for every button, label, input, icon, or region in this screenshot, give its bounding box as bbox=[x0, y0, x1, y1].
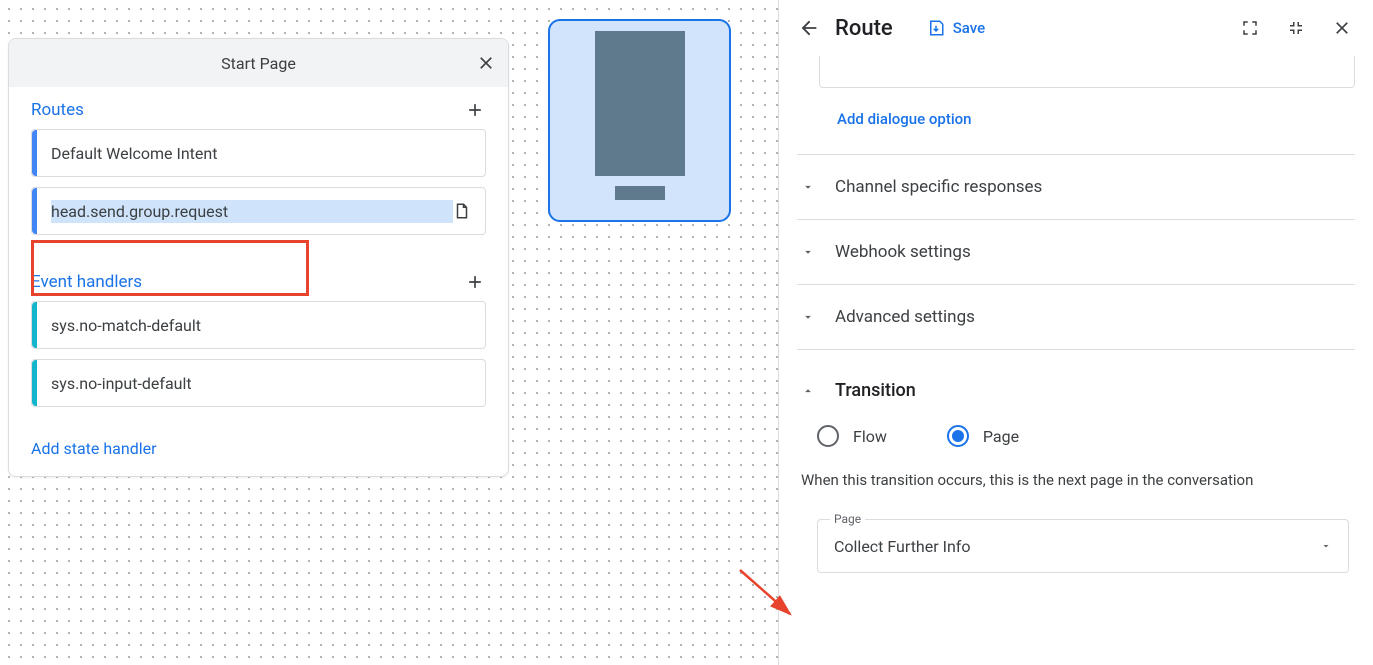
event-bar-indicator bbox=[32, 360, 37, 406]
close-panel-button[interactable] bbox=[1329, 15, 1355, 41]
save-button[interactable]: Save bbox=[927, 19, 985, 37]
accordion-channel-specific-responses[interactable]: Channel specific responses bbox=[797, 154, 1355, 219]
radio-circle-checked bbox=[947, 425, 969, 447]
route-item-default-welcome-intent[interactable]: Default Welcome Intent bbox=[31, 129, 486, 177]
chevron-up-icon bbox=[801, 384, 815, 398]
route-bar-indicator bbox=[32, 188, 37, 234]
fullscreen-icon bbox=[1241, 19, 1259, 37]
event-handlers-section-header: Event handlers bbox=[9, 259, 508, 301]
node-footer-placeholder bbox=[615, 186, 665, 200]
add-dialogue-option-link[interactable]: Add dialogue option bbox=[797, 110, 1355, 154]
event-bar-indicator bbox=[32, 302, 37, 348]
accordion-label: Webhook settings bbox=[835, 242, 971, 262]
transition-section: Transition Flow Page When this transitio… bbox=[797, 350, 1355, 573]
route-label: Default Welcome Intent bbox=[51, 144, 471, 163]
chevron-down-icon bbox=[801, 180, 815, 194]
event-handler-no-match-default[interactable]: sys.no-match-default bbox=[31, 301, 486, 349]
accordion-webhook-settings[interactable]: Webhook settings bbox=[797, 219, 1355, 284]
chevron-down-icon bbox=[801, 245, 815, 259]
dropdown-arrow-icon bbox=[1320, 540, 1332, 552]
page-icon bbox=[453, 202, 471, 220]
select-float-label: Page bbox=[830, 512, 865, 526]
close-icon bbox=[476, 53, 496, 73]
arrow-left-icon bbox=[798, 17, 820, 39]
radio-flow-label: Flow bbox=[853, 427, 887, 446]
close-start-page-button[interactable] bbox=[474, 51, 498, 75]
radio-circle-unchecked bbox=[817, 425, 839, 447]
transition-page-select[interactable]: Page Collect Further Info bbox=[817, 519, 1349, 573]
route-panel-title: Route bbox=[835, 16, 893, 41]
radio-flow[interactable]: Flow bbox=[817, 425, 887, 447]
route-label: head.send.group.request bbox=[51, 200, 453, 223]
routes-title: Routes bbox=[31, 100, 84, 120]
route-side-panel: Route Save Add dialogue option Channel s… bbox=[778, 0, 1373, 665]
transition-header[interactable]: Transition bbox=[799, 380, 1353, 401]
plus-icon bbox=[465, 100, 485, 120]
routes-section-header: Routes bbox=[9, 87, 508, 129]
transition-title: Transition bbox=[835, 380, 916, 401]
accordion-advanced-settings[interactable]: Advanced settings bbox=[797, 284, 1355, 350]
add-route-button[interactable] bbox=[464, 99, 486, 121]
back-button[interactable] bbox=[797, 16, 821, 40]
radio-page[interactable]: Page bbox=[947, 425, 1019, 447]
add-event-handler-button[interactable] bbox=[464, 271, 486, 293]
fulfillment-field-partial[interactable] bbox=[819, 56, 1355, 88]
start-page-panel: Start Page Routes Default Welcome Intent… bbox=[8, 38, 509, 477]
close-icon bbox=[1332, 18, 1352, 38]
route-item-head-send-group-request[interactable]: head.send.group.request bbox=[31, 187, 486, 235]
select-value: Collect Further Info bbox=[834, 537, 1320, 556]
accordion-label: Advanced settings bbox=[835, 307, 975, 327]
event-handlers-title: Event handlers bbox=[31, 272, 142, 292]
transition-radio-group: Flow Page bbox=[799, 425, 1353, 447]
event-handler-no-input-default[interactable]: sys.no-input-default bbox=[31, 359, 486, 407]
start-page-header: Start Page bbox=[9, 39, 508, 87]
start-page-title: Start Page bbox=[221, 54, 296, 73]
route-panel-header: Route Save bbox=[779, 0, 1373, 56]
radio-page-label: Page bbox=[983, 427, 1019, 446]
routes-list: Default Welcome Intent head.send.group.r… bbox=[9, 129, 508, 259]
save-button-label: Save bbox=[953, 19, 985, 37]
transition-description: When this transition occurs, this is the… bbox=[799, 471, 1353, 489]
add-state-handler-link[interactable]: Add state handler bbox=[9, 431, 508, 476]
exit-fullscreen-button[interactable] bbox=[1283, 15, 1309, 41]
event-handlers-list: sys.no-match-default sys.no-input-defaul… bbox=[9, 301, 508, 431]
node-body-placeholder bbox=[595, 31, 685, 176]
event-handler-label: sys.no-match-default bbox=[51, 316, 471, 335]
fullscreen-button[interactable] bbox=[1237, 15, 1263, 41]
event-handler-label: sys.no-input-default bbox=[51, 374, 471, 393]
plus-icon bbox=[465, 272, 485, 292]
exit-fullscreen-icon bbox=[1287, 19, 1305, 37]
accordion-label: Channel specific responses bbox=[835, 177, 1042, 197]
chevron-down-icon bbox=[801, 310, 815, 324]
start-page-flow-node[interactable] bbox=[548, 19, 731, 222]
save-icon bbox=[927, 19, 945, 37]
route-bar-indicator bbox=[32, 130, 37, 176]
